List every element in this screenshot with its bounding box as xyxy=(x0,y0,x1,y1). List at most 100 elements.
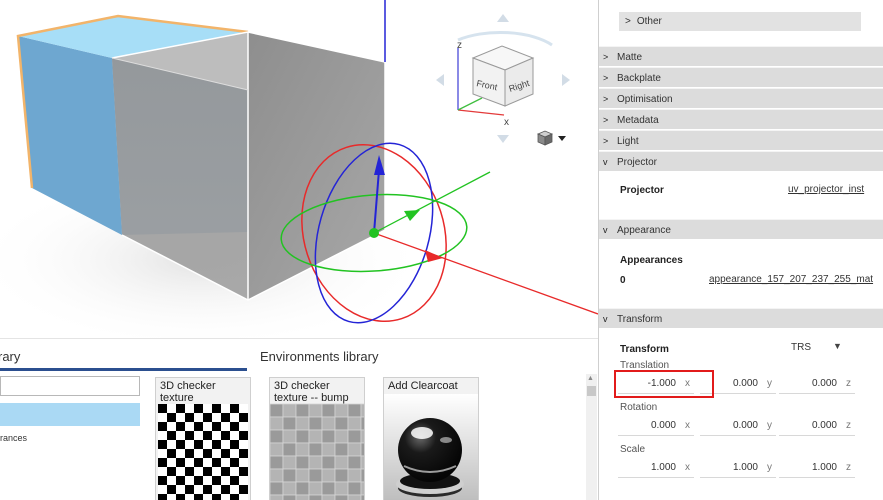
checker-cell xyxy=(194,494,203,500)
section-metadata[interactable]: > Metadata xyxy=(599,109,883,129)
checker-cell xyxy=(176,404,185,413)
checker-cell xyxy=(185,413,194,422)
section-matte[interactable]: > Matte xyxy=(599,46,883,66)
bump-cell xyxy=(321,403,336,418)
section-appearance[interactable]: v Appearance xyxy=(599,219,883,239)
bump-cell xyxy=(360,403,364,418)
section-transform[interactable]: v Transform xyxy=(599,308,883,328)
gizmo-center-handle[interactable] xyxy=(369,228,379,238)
checker-cell xyxy=(221,422,230,431)
bump-cell xyxy=(347,455,362,470)
section-other[interactable]: > Other xyxy=(619,12,861,31)
checker-cell xyxy=(203,431,212,440)
section-light[interactable]: > Light xyxy=(599,130,883,150)
checker-cell xyxy=(212,458,221,467)
bump-cell xyxy=(295,403,310,418)
checker-cell xyxy=(212,476,221,485)
bump-cell xyxy=(282,442,297,457)
checker-cell xyxy=(221,476,230,485)
checker-cell xyxy=(230,494,239,500)
checker-cell xyxy=(239,449,248,458)
bump-cell xyxy=(360,416,364,431)
rotation-z-field[interactable]: 0.000 z xyxy=(779,416,855,436)
checker-cell xyxy=(230,467,239,476)
viewcube-right-arrow[interactable] xyxy=(562,74,570,86)
bump-cell xyxy=(295,455,310,470)
section-label: Matte xyxy=(617,52,643,63)
bump-cell xyxy=(295,481,310,496)
bump-cell xyxy=(334,416,349,431)
viewcube-orbit-ring[interactable] xyxy=(457,30,553,47)
display-menu-chevron-down-icon[interactable] xyxy=(558,136,566,141)
checker-cell xyxy=(212,467,221,476)
rotation-y-field[interactable]: 0.000 y xyxy=(700,416,776,436)
checker-cell xyxy=(221,458,230,467)
checker-cell xyxy=(239,440,248,449)
library-tree-selected-item[interactable] xyxy=(0,403,140,426)
section-projector[interactable]: v Projector xyxy=(599,151,883,171)
scale-y-field[interactable]: 1.000 y xyxy=(700,458,776,478)
bump-cell xyxy=(347,429,362,444)
triangle-down-icon: ▼ xyxy=(833,341,842,351)
library-scroll-thumb[interactable] xyxy=(587,386,596,396)
library-tile-3d-checker[interactable]: 3D checker texture xyxy=(155,377,251,500)
library-tile-3d-checker-bump[interactable]: 3D checker texture -- bump xyxy=(269,377,365,500)
bump-cell xyxy=(270,429,284,444)
axis-label: y xyxy=(767,462,772,473)
transform-label: Transform xyxy=(620,344,669,355)
chevron-down-icon: v xyxy=(603,157,608,167)
field-value: 0.000 xyxy=(650,420,676,431)
checker-cell xyxy=(212,413,221,422)
tab-materials-library[interactable]: rary xyxy=(0,349,20,364)
viewcube-up-arrow[interactable] xyxy=(497,14,509,22)
chevron-right-icon: > xyxy=(625,16,631,27)
3d-viewport[interactable]: z x Front Right xyxy=(0,0,598,338)
viewcube-z-label: z xyxy=(457,40,462,51)
viewcube-down-arrow[interactable] xyxy=(497,135,509,143)
section-optimisation[interactable]: > Optimisation xyxy=(599,88,883,108)
transform-mode-value: TRS xyxy=(791,342,811,353)
bump-cell xyxy=(347,403,362,418)
bump-cell xyxy=(270,442,284,457)
checker-cell xyxy=(176,467,185,476)
panel-top-strip xyxy=(599,0,883,4)
library-tile-add-clearcoat[interactable]: Add Clearcoat xyxy=(383,377,479,500)
checker-cell xyxy=(230,431,239,440)
chevron-down-icon: v xyxy=(603,225,608,235)
scale-z-field[interactable]: 1.000 z xyxy=(779,458,855,478)
bump-cell xyxy=(270,481,284,496)
tab-environments-library[interactable]: Environments library xyxy=(260,349,379,364)
transform-mode-select[interactable]: TRS ▼ xyxy=(791,341,853,356)
rotation-x-field[interactable]: 0.000 x xyxy=(618,416,694,436)
translation-x-highlight xyxy=(614,370,714,398)
scroll-up-arrow-icon[interactable]: ▲ xyxy=(587,375,594,382)
section-label: Light xyxy=(617,136,639,147)
library-scrollbar[interactable]: ▲ xyxy=(586,374,597,500)
appearance-link[interactable]: appearance_157_207_237_255_mat xyxy=(709,274,873,285)
viewcube-left-arrow[interactable] xyxy=(436,74,444,86)
translation-z-field[interactable]: 0.000 z xyxy=(779,374,855,394)
section-backplate[interactable]: > Backplate xyxy=(599,67,883,87)
library-search-input[interactable] xyxy=(0,376,140,396)
bump-cell xyxy=(270,455,284,470)
checker-cell xyxy=(230,422,239,431)
projector-link[interactable]: uv_projector_inst xyxy=(788,184,864,195)
checker-cell xyxy=(203,440,212,449)
shaded-cube-icon[interactable] xyxy=(536,130,554,146)
checker-cell xyxy=(194,449,203,458)
scale-x-field[interactable]: 1.000 x xyxy=(618,458,694,478)
checker-cell xyxy=(221,413,230,422)
checker-cell xyxy=(158,494,167,500)
appearance-index: 0 xyxy=(620,275,626,286)
view-cube[interactable]: z x Front Right xyxy=(436,14,570,143)
bump-cell xyxy=(334,468,349,483)
bump-cell xyxy=(360,494,364,500)
bump-cell xyxy=(321,416,336,431)
bump-cell xyxy=(308,442,323,457)
library-tree-item[interactable]: rances xyxy=(0,433,27,443)
bump-cell xyxy=(334,403,349,418)
rotation-label: Rotation xyxy=(620,402,658,413)
checker-cell xyxy=(203,413,212,422)
checker-cell xyxy=(212,485,221,494)
chevron-down-icon: v xyxy=(603,314,608,324)
